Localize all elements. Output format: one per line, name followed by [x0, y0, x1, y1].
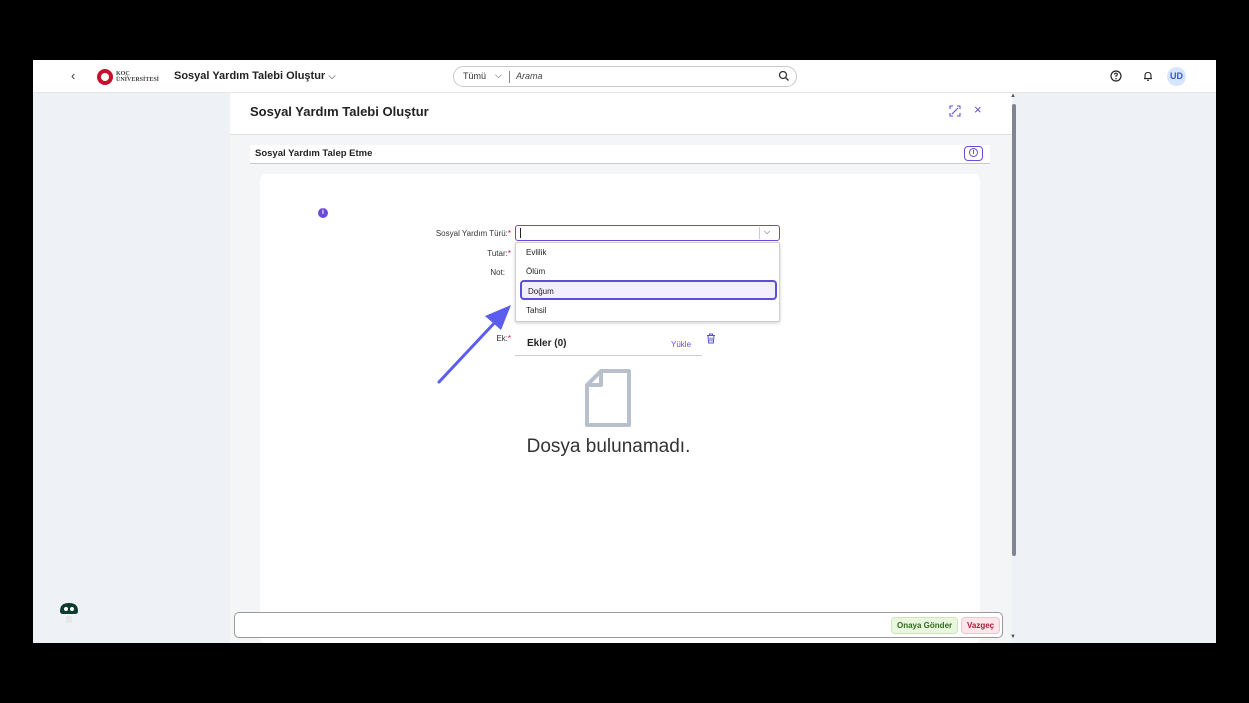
- scroll-up-icon[interactable]: ▲: [1010, 93, 1016, 99]
- section-title: Sosyal Yardım Talep Etme: [255, 148, 373, 159]
- upload-button[interactable]: Yükle: [671, 340, 691, 349]
- submit-for-approval-button[interactable]: Onaya Gönder: [891, 617, 959, 634]
- required-mark: *: [507, 334, 511, 343]
- attachments-header: Ekler (0) Yükle: [515, 332, 702, 356]
- file-icon: [585, 369, 631, 427]
- type-label: Sosyal Yardım Türü:*: [371, 229, 511, 238]
- avatar[interactable]: UD: [1167, 67, 1186, 86]
- info-icon[interactable]: i: [318, 208, 328, 218]
- chevron-down-icon[interactable]: ⌵: [764, 227, 770, 237]
- attachments-title: Ekler (0): [527, 338, 567, 349]
- empty-attachments-text: Dosya bulunamadı.: [526, 436, 691, 457]
- shell-bar: ‹ KOÇ ÜNİVERSİTESİ Sosyal Yardım Talebi …: [33, 60, 1216, 93]
- attachment-label: Ek:*: [371, 334, 511, 343]
- amount-label-text: Tutar:: [487, 249, 508, 258]
- dropdown-option-tahsil[interactable]: Tahsil: [516, 301, 779, 321]
- logo-mark-icon: [97, 69, 113, 85]
- cancel-button[interactable]: Vazgeç: [961, 617, 1001, 634]
- info-button[interactable]: i: [964, 146, 983, 161]
- attachment-label-text: Ek:: [496, 334, 508, 343]
- form-card: i Sosyal Yardım Türü:* Tutar:* Not: Ek:*…: [260, 174, 980, 643]
- app-title-menu[interactable]: Sosyal Yardım Talebi Oluştur ⌵: [174, 70, 336, 82]
- help-icon[interactable]: [1110, 70, 1122, 82]
- note-label: Not:: [490, 268, 505, 277]
- resize-icon[interactable]: [949, 105, 961, 117]
- dialog-title: Sosyal Yardım Talebi Oluştur: [250, 104, 429, 119]
- back-button[interactable]: ‹: [71, 68, 75, 83]
- app-title: Sosyal Yardım Talebi Oluştur: [174, 70, 326, 82]
- text-caret: [520, 228, 521, 238]
- required-mark: *: [507, 229, 511, 238]
- dialog: Sosyal Yardım Talebi Oluştur × Sosyal Ya…: [230, 93, 1012, 643]
- close-icon[interactable]: ×: [974, 102, 982, 117]
- university-logo[interactable]: KOÇ ÜNİVERSİTESİ: [97, 69, 159, 85]
- dialog-header: Sosyal Yardım Talebi Oluştur ×: [230, 93, 1012, 135]
- info-icon: i: [969, 148, 978, 157]
- type-label-text: Sosyal Yardım Türü:: [435, 229, 508, 238]
- scrollbar-thumb[interactable]: [1012, 104, 1016, 556]
- section-bar: Sosyal Yardım Talep Etme i: [250, 145, 990, 164]
- dropdown-option-evlilik[interactable]: Evlilik: [516, 243, 779, 263]
- required-mark: *: [507, 249, 511, 258]
- screen: ‹ KOÇ ÜNİVERSİTESİ Sosyal Yardım Talebi …: [33, 60, 1216, 643]
- combobox-divider: [759, 227, 760, 239]
- bell-icon[interactable]: [1142, 70, 1154, 82]
- search-input[interactable]: Arama: [516, 71, 543, 81]
- search-bar: Tümü ⌵ Arama: [453, 66, 797, 87]
- search-scope-select[interactable]: Tümü: [463, 71, 486, 81]
- logo-text-line-2: ÜNİVERSİTESİ: [116, 77, 160, 83]
- search-divider: [509, 71, 510, 83]
- dropdown-option-dogum[interactable]: Doğum: [520, 280, 777, 300]
- type-combobox[interactable]: ⌵: [515, 225, 780, 241]
- assistant-icon[interactable]: [57, 597, 81, 625]
- type-dropdown-list: Evlilik Ölüm Doğum Tahsil: [515, 242, 780, 322]
- dialog-footer: Onaya Gönder Vazgeç: [234, 612, 1003, 638]
- amount-label: Tutar:*: [371, 249, 511, 258]
- chevron-down-icon[interactable]: ⌵: [495, 70, 502, 81]
- trash-icon[interactable]: [706, 333, 716, 344]
- logo-text: KOÇ ÜNİVERSİTESİ: [116, 71, 159, 83]
- search-icon[interactable]: [778, 70, 790, 82]
- chevron-down-icon: ⌵: [328, 71, 336, 82]
- scroll-down-icon[interactable]: ▼: [1010, 634, 1016, 640]
- dropdown-option-olum[interactable]: Ölüm: [516, 262, 779, 282]
